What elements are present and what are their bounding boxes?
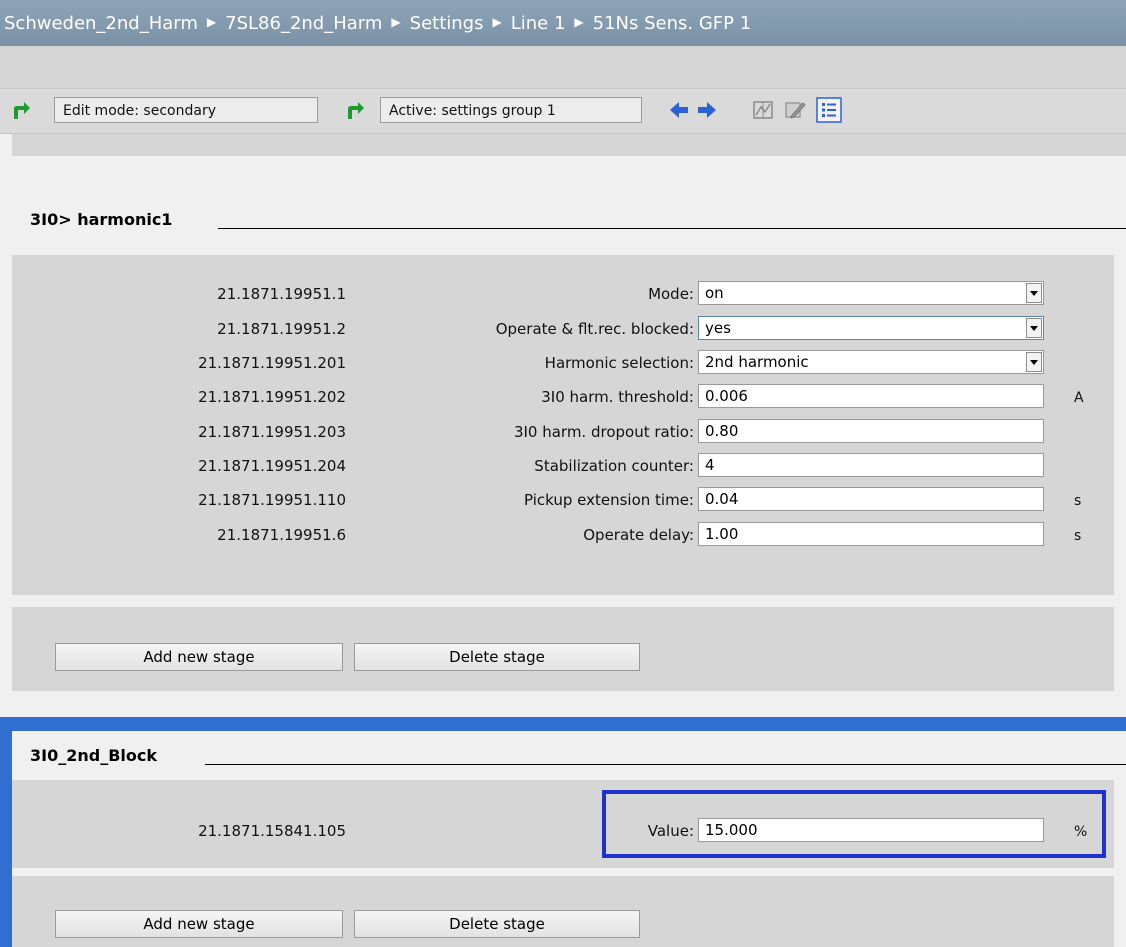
operate-blocked-dropdown[interactable]: yes (698, 316, 1044, 340)
dropdown-arrow-icon[interactable] (1026, 318, 1042, 338)
setting-row: 21.1871.19951.1 Mode: on (12, 279, 1114, 309)
breadcrumb-item[interactable]: Schweden_2nd_Harm (4, 13, 198, 34)
delete-stage-button[interactable]: Delete stage (354, 910, 640, 938)
setting-address: 21.1871.19951.204 (198, 457, 346, 475)
breadcrumb-item[interactable]: 7SL86_2nd_Harm (225, 13, 382, 34)
setting-row: 21.1871.19951.204 Stabilization counter:… (12, 451, 1114, 481)
add-new-stage-button[interactable]: Add new stage (55, 643, 343, 671)
unit-label: s (1074, 493, 1082, 509)
edit-mode-field[interactable]: Edit mode: secondary (54, 97, 318, 123)
setting-address: 21.1871.19951.203 (198, 423, 346, 441)
section-title: 3I0> harmonic1 (30, 210, 173, 229)
setting-row: 21.1871.19951.202 3I0 harm. threshold: 0… (12, 382, 1114, 412)
harmonic-selection-dropdown[interactable]: 2nd harmonic (698, 350, 1044, 374)
harm-threshold-input[interactable]: 0.006 (698, 384, 1044, 408)
breadcrumb-separator-icon: ▶ (206, 15, 217, 29)
breadcrumb-bar: Schweden_2nd_Harm ▶ 7SL86_2nd_Harm ▶ Set… (0, 0, 1126, 46)
setting-value: yes (705, 319, 731, 337)
setting-row: 21.1871.19951.201 Harmonic selection: 2n… (12, 348, 1114, 378)
toolbar: Edit mode: secondary Active: settings gr… (0, 89, 1126, 134)
dropdown-arrow-icon[interactable] (1026, 283, 1042, 303)
setting-value: on (705, 284, 724, 302)
breadcrumb-separator-icon: ▶ (574, 15, 584, 29)
setting-value: 2nd harmonic (705, 353, 809, 371)
selected-section-border (0, 717, 12, 947)
active-settings-group-field[interactable]: Active: settings group 1 (380, 97, 642, 123)
setting-address: 21.1871.15841.105 (198, 822, 346, 840)
unit-label: s (1074, 528, 1082, 544)
setting-row: 21.1871.19951.2 Operate & flt.rec. block… (12, 314, 1114, 344)
operate-delay-input[interactable]: 1.00 (698, 522, 1044, 546)
section-divider (205, 764, 1126, 765)
switch-arrow-icon[interactable] (344, 99, 366, 121)
mode-dropdown[interactable]: on (698, 281, 1044, 305)
breadcrumb-item[interactable]: Line 1 (511, 13, 566, 34)
delete-stage-button[interactable]: Delete stage (354, 643, 640, 671)
highlight-frame (602, 790, 1106, 858)
stage-buttons-panel: Add new stage Delete stage (12, 876, 1114, 947)
compare-icon[interactable] (750, 97, 776, 123)
stabilization-counter-input[interactable]: 4 (698, 453, 1044, 477)
pickup-extension-time-input[interactable]: 0.04 (698, 487, 1044, 511)
setting-address: 21.1871.19951.2 (217, 320, 346, 338)
header-spacer (0, 46, 1126, 89)
list-view-icon[interactable] (816, 97, 842, 123)
edit-view-icon[interactable] (782, 97, 808, 123)
back-arrow-icon[interactable] (668, 99, 690, 121)
previous-section-strip (12, 134, 1126, 156)
stage-buttons-panel: Add new stage Delete stage (12, 607, 1114, 691)
setting-label: Operate & flt.rec. blocked: (495, 320, 694, 338)
setting-row: 21.1871.19951.203 3I0 harm. dropout rati… (12, 417, 1114, 447)
setting-row: 21.1871.19951.110 Pickup extension time:… (12, 485, 1114, 515)
breadcrumb-separator-icon: ▶ (492, 15, 502, 29)
setting-label: Mode: (648, 285, 694, 303)
setting-address: 21.1871.19951.110 (198, 491, 346, 509)
switch-arrow-icon[interactable] (10, 99, 32, 121)
setting-address: 21.1871.19951.201 (198, 354, 346, 372)
dropdown-arrow-icon[interactable] (1026, 352, 1042, 372)
setting-row: 21.1871.19951.6 Operate delay: 1.00 s (12, 520, 1114, 550)
setting-label: Harmonic selection: (544, 354, 694, 372)
add-new-stage-button[interactable]: Add new stage (55, 910, 343, 938)
section-title: 3I0_2nd_Block (30, 746, 157, 765)
section-divider (218, 228, 1126, 229)
breadcrumb-item[interactable]: 51Ns Sens. GFP 1 (593, 13, 752, 34)
forward-arrow-icon[interactable] (696, 99, 718, 121)
setting-address: 21.1871.19951.1 (217, 285, 346, 303)
setting-label: 3I0 harm. threshold: (541, 388, 694, 406)
setting-address: 21.1871.19951.6 (217, 526, 346, 544)
dropout-ratio-input[interactable]: 0.80 (698, 419, 1044, 443)
breadcrumb-separator-icon: ▶ (391, 15, 401, 29)
section-panel: 21.1871.19951.1 Mode: on 21.1871.19951.2… (12, 255, 1114, 595)
setting-label: Stabilization counter: (534, 457, 694, 475)
breadcrumb-item[interactable]: Settings (410, 13, 484, 34)
settings-content: 3I0> harmonic1 21.1871.19951.1 Mode: on … (0, 134, 1126, 947)
setting-label: Pickup extension time: (524, 491, 694, 509)
setting-label: 3I0 harm. dropout ratio: (513, 423, 694, 441)
setting-label: Operate delay: (583, 526, 694, 544)
setting-address: 21.1871.19951.202 (198, 388, 346, 406)
selected-section-border (0, 717, 1126, 731)
unit-label: A (1074, 390, 1084, 406)
